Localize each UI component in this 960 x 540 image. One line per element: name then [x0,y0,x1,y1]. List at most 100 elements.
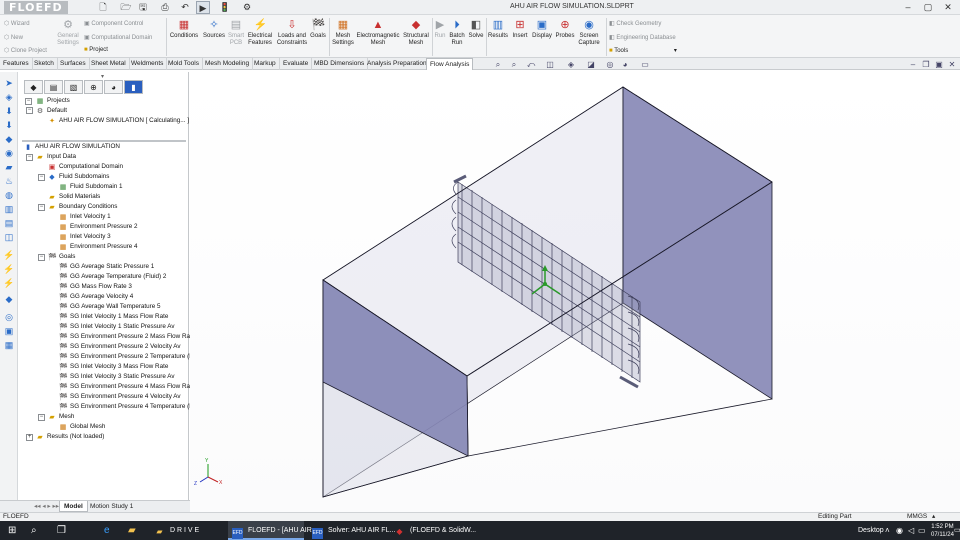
engineering-database-button[interactable]: ◧ Engineering Database [609,34,676,41]
flow-tool-icon[interactable]: ⬇ [3,120,15,130]
sources-button[interactable]: ✧ Sources [201,19,227,40]
collapse-icon[interactable]: − [38,204,45,211]
collapse-icon[interactable]: − [26,154,33,161]
flow-tool-icon[interactable]: ▰ [3,162,15,172]
save-icon[interactable]: 🖫 [136,1,150,14]
units-selector[interactable]: MMGS [907,513,927,521]
tab-mesh-modeling[interactable]: Mesh Modeling [202,58,254,70]
tree-item-goal[interactable]: 🏁 GG Average Wall Temperature 5 [59,302,161,312]
flow-tool-icon[interactable]: ♨ [3,176,15,186]
tree-item-goal[interactable]: 🏁 SG Inlet Velocity 3 Static Pressure Av [59,372,175,382]
close-icon[interactable]: ✕ [940,1,956,14]
taskbar-item-solidworks[interactable]: ◆ (FLOEFD & SolidW... [390,521,476,540]
flow-tool-icon[interactable]: ◆ [3,294,15,304]
insert-button[interactable]: ⊞ Insert [511,19,529,40]
tree-item-goal[interactable]: 🏁 SG Environment Pressure 2 Temperature (… [59,352,198,362]
flow-tool-icon[interactable]: ◍ [3,190,15,200]
em-mesh-button[interactable]: ▲ Electromagnetic Mesh [356,19,400,47]
tab-sheet-metal[interactable]: Sheet Metal [88,58,130,70]
tab-property-manager[interactable]: ▤ [44,80,63,94]
tab-mbd-dimensions[interactable]: MBD Dimensions [311,58,369,70]
taskbar-item-drive[interactable]: ▰ D R I V E [150,521,222,540]
panel-collapse-icon[interactable]: ▾ [101,73,104,80]
batch-run-button[interactable]: ⏵ Batch Run [448,19,466,47]
tab-analysis-preparation[interactable]: Analysis Preparation [364,58,431,70]
flow-tool-icon[interactable]: ◉ [3,148,15,158]
tree-item-bc[interactable]: ▦ Inlet Velocity 1 [59,212,111,222]
task-view-icon[interactable]: ❐ [57,521,71,540]
flow-tool-icon[interactable]: ⚡ [3,264,15,274]
panel-restore-icon[interactable]: ❐ [921,60,931,70]
component-control-button[interactable]: ▣ Component Control [84,20,143,27]
tree-item-global-mesh[interactable]: ▦ Global Mesh [59,422,106,432]
taskbar-item-floefd[interactable]: EFD FLOEFD - [AHU AIR... [228,521,318,540]
check-geometry-button[interactable]: ◧ Check Geometry [609,20,661,27]
flow-tool-icon[interactable]: ⚡ [3,278,15,288]
tree-item-goal[interactable]: 🏁 GG Average Temperature (Fluid) 2 [59,272,166,282]
keyboard-icon[interactable]: ▭ [918,521,926,540]
conditions-button[interactable]: ▦ Conditions [169,19,199,40]
tab-weldments[interactable]: Weldments [128,58,168,70]
tab-markup[interactable]: Markup [251,58,280,70]
solve-button[interactable]: ◧ Solve [468,19,484,40]
flow-tool-icon[interactable]: ▤ [3,218,15,228]
tree-item-goal[interactable]: 🏁 GG Mass Flow Rate 3 [59,282,132,292]
wizard-button[interactable]: ⬡ Wizard [4,20,30,27]
taskbar-item-solver[interactable]: EFD Solver: AHU AIR FL... [308,521,395,540]
units-dropdown-icon[interactable]: ▴ [932,513,935,521]
flow-tool-icon[interactable]: ◫ [3,232,15,242]
section-view-icon[interactable]: ◫ [545,60,555,70]
tree-item-default[interactable]: ⚙ Default [36,106,67,116]
undo-icon[interactable]: ↶ [178,1,192,14]
panel-tile-icon[interactable]: ▣ [934,60,944,70]
zoom-fit-icon[interactable]: ⌕ [493,60,503,70]
display-style-icon[interactable]: ◪ [586,60,596,70]
run-button[interactable]: ▶ Run [433,19,447,40]
zoom-area-icon[interactable]: ⌕ [509,60,519,70]
tab-flow-analysis[interactable]: Flow Analysis [426,58,474,70]
tab-flow-analysis-tree[interactable]: ▮ [124,80,143,94]
collapse-icon[interactable]: − [26,107,33,114]
chevron-up-icon[interactable]: ˄ [885,521,890,540]
screen-capture-button[interactable]: ◉ Screen Capture [577,19,601,47]
tree-item-boundary-conditions[interactable]: ▰ Boundary Conditions [48,202,117,212]
monitor-icon[interactable]: ▭ [640,60,650,70]
maximize-icon[interactable]: ▢ [920,1,936,14]
tree-item-bc[interactable]: ▦ Environment Pressure 2 [59,222,138,232]
rebuild-icon[interactable]: 🚦 [218,1,232,14]
tree-item-goal[interactable]: 🏁 SG Inlet Velocity 3 Mass Flow Rate [59,362,168,372]
collapse-icon[interactable]: − [38,174,45,181]
appearance-icon[interactable]: ◕ [620,60,630,70]
tree-item-fluid-subdomains[interactable]: ◆ Fluid Subdomains [48,172,109,182]
tree-item-goal[interactable]: 🏁 GG Average Static Pressure 1 [59,262,154,272]
file-explorer-icon[interactable]: ▰ [128,521,142,540]
tab-mold-tools[interactable]: Mold Tools [165,58,203,70]
select-icon[interactable]: ▶ [196,1,210,14]
minimize-icon[interactable]: – [900,1,916,14]
tab-display-manager[interactable]: ◕ [104,80,123,94]
flow-tool-icon[interactable]: ⚡ [3,250,15,260]
tree-item-goal[interactable]: 🏁 SG Inlet Velocity 1 Static Pressure Av [59,322,175,332]
flow-tool-icon[interactable]: ➤ [3,78,15,88]
tools-menu[interactable]: ■ Tools ▾ [609,47,677,54]
expand-icon[interactable]: + [26,434,33,441]
previous-view-icon[interactable]: ⤺ [526,60,536,70]
tab-dimxpert[interactable]: ⊕ [84,80,103,94]
panel-minimize-icon[interactable]: – [908,60,918,70]
desktop-toolbar[interactable]: Desktop [858,521,884,540]
flow-tool-icon[interactable]: ▥ [3,204,15,214]
structural-mesh-button[interactable]: ◆ Structural Mesh [402,19,430,47]
tree-item-fluid-subdomain-1[interactable]: ▦ Fluid Subdomain 1 [59,182,123,192]
tab-features[interactable]: Features [0,58,33,70]
project-menu[interactable]: ■ Project [84,47,108,53]
computational-domain-button[interactable]: ▣ Computational Domain [84,34,152,41]
tab-sketch[interactable]: Sketch [31,58,58,70]
flow-tool-icon[interactable]: ⬇ [3,106,15,116]
tab-model[interactable]: Model [59,501,88,512]
clock[interactable]: 1:52 PM 07/11/24 [931,523,954,540]
tree-item-project[interactable]: ✦ AHU AIR FLOW SIMULATION [ Calculating..… [48,116,189,126]
view-orientation-icon[interactable]: ◈ [566,60,576,70]
mesh-settings-button[interactable]: ▦ Mesh Settings [331,19,355,47]
windows-start-icon[interactable]: ⊞ [8,521,22,540]
loads-constraints-button[interactable]: ⇩ Loads and Constraints [275,19,309,47]
